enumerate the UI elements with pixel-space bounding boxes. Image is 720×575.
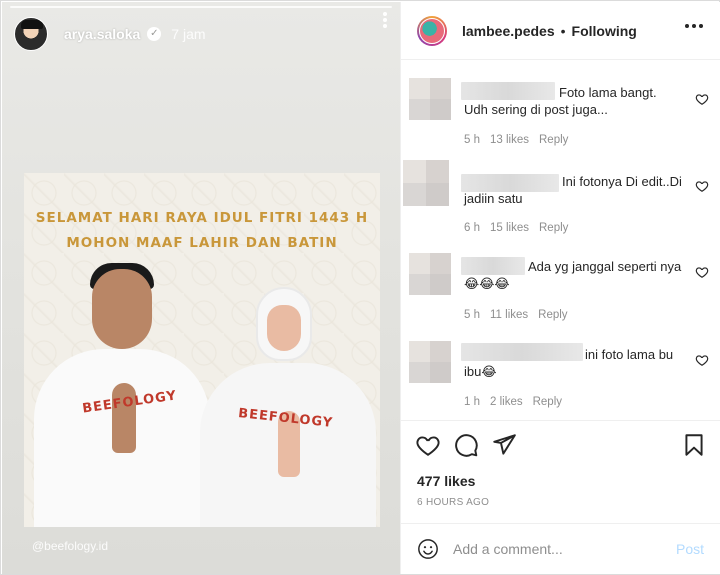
comment-text: ini foto lama bu ibu😂 <box>464 347 674 379</box>
poster-greeting-line-2: MOHON MAAF LAHIR DAN BATIN <box>66 235 338 251</box>
comment-time: 5 h <box>464 134 480 146</box>
comment-heart-icon[interactable] <box>695 179 709 193</box>
smiley-face-icon[interactable] <box>417 538 439 560</box>
comment-likes[interactable]: 15 likes <box>490 222 529 234</box>
reply-button[interactable]: Reply <box>539 222 568 234</box>
comment-meta: 1 h 2 likes Reply <box>464 396 562 408</box>
comment-heart-icon[interactable] <box>695 265 709 279</box>
post-avatar[interactable] <box>417 15 447 46</box>
comment-text: Ini fotonya Di edit..Di jadiin satu <box>464 174 682 206</box>
comment-text: Ada yg janggal seperti nya😂😂😂 <box>464 259 682 291</box>
comment-likes[interactable]: 2 likes <box>490 396 523 408</box>
heart-icon[interactable] <box>415 432 441 458</box>
comment-likes[interactable]: 11 likes <box>490 309 528 321</box>
add-comment-input[interactable] <box>453 538 663 560</box>
post-action-bar <box>415 432 707 458</box>
post-comment-button[interactable]: Post <box>676 541 704 557</box>
instagram-window: arya.saloka ✓ 7 jam SELAMAT HARI RAYA ID… <box>0 0 720 575</box>
comment-meta: 6 h 15 likes Reply <box>464 222 568 234</box>
comment-meta: 5 h 11 likes Reply <box>464 309 568 321</box>
poster-greeting-line-1: SELAMAT HARI RAYA IDUL FITRI 1443 H <box>35 210 369 226</box>
comment-input-divider <box>401 523 720 524</box>
commenter-avatar-blurred[interactable] <box>409 78 451 120</box>
comment-meta: 5 h 13 likes Reply <box>464 134 568 146</box>
comment-time: 1 h <box>464 396 480 408</box>
reply-button[interactable]: Reply <box>533 396 562 408</box>
comment-text: Foto lama bangt. Udh sering di post juga… <box>464 85 657 117</box>
story-more-icon[interactable] <box>378 10 392 30</box>
post-username[interactable]: lambee.pedes <box>462 23 555 39</box>
woman-face <box>267 305 301 351</box>
post-time-ago: 6 HOURS AGO <box>417 497 490 508</box>
post-header: lambee.pedes • Following <box>401 2 720 60</box>
story-avatar[interactable] <box>14 17 48 51</box>
following-button[interactable]: Following <box>572 23 637 39</box>
comment-likes[interactable]: 13 likes <box>490 134 529 146</box>
verified-check-icon: ✓ <box>147 27 162 41</box>
more-horizontal-icon[interactable] <box>685 24 703 28</box>
likes-count[interactable]: 477 likes <box>417 473 475 489</box>
commenter-avatar-blurred[interactable] <box>403 160 449 206</box>
comment-heart-icon[interactable] <box>695 92 709 106</box>
comment-bubble-icon[interactable] <box>453 432 479 458</box>
actions-divider <box>401 420 720 421</box>
story-progress-bar <box>10 6 392 8</box>
story-watermark: @beefology.id <box>32 539 109 553</box>
comment-time: 5 h <box>464 309 480 321</box>
man-face <box>92 269 152 349</box>
story-panel: arya.saloka ✓ 7 jam SELAMAT HARI RAYA ID… <box>2 2 400 574</box>
comment-heart-icon[interactable] <box>695 353 709 367</box>
story-header: arya.saloka ✓ 7 jam <box>14 16 390 52</box>
comment-time: 6 h <box>464 222 480 234</box>
reply-button[interactable]: Reply <box>539 134 568 146</box>
post-panel: lambee.pedes • Following Foto lama bangt… <box>400 2 720 574</box>
paper-plane-icon[interactable] <box>491 432 517 458</box>
commenter-avatar-blurred[interactable] <box>409 253 451 295</box>
reply-button[interactable]: Reply <box>538 309 567 321</box>
bookmark-icon[interactable] <box>681 432 707 458</box>
header-separator: • <box>560 22 566 39</box>
story-username[interactable]: arya.saloka <box>64 26 140 42</box>
story-poster-image: SELAMAT HARI RAYA IDUL FITRI 1443 H MOHO… <box>24 173 380 527</box>
story-timestamp: 7 jam <box>171 26 206 42</box>
commenter-avatar-blurred[interactable] <box>409 341 451 383</box>
